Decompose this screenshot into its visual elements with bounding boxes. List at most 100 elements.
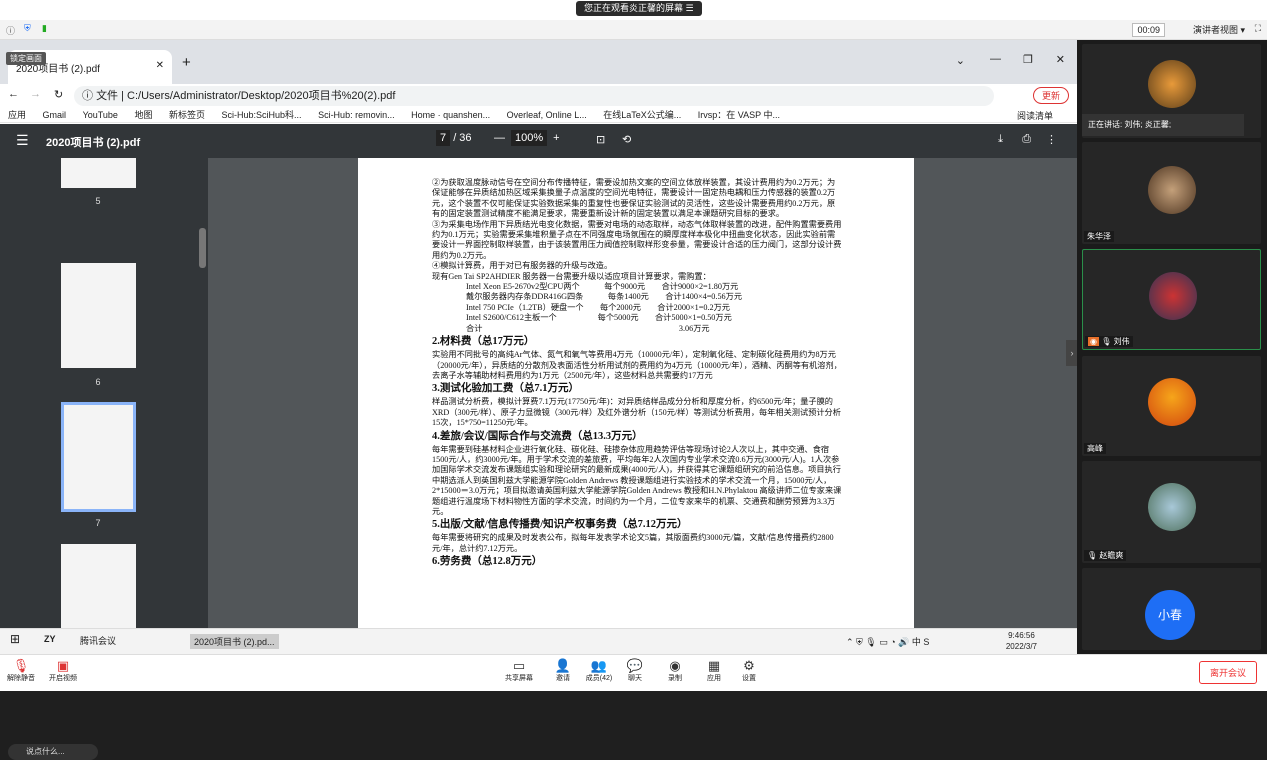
start-video-button[interactable]: ▣ 开启视频: [46, 659, 80, 683]
paragraph: 实验用不同批号的高纯Ar气体、氮气和氧气等费用4万元（10000元/年），定制氧…: [432, 350, 842, 380]
meeting-status-bar: ⓘ ⛨ ▮ 00:09 演讲者视图 ▾ ⛶: [0, 20, 1267, 40]
participant-name: 朱华泽: [1084, 231, 1114, 242]
close-tab-icon[interactable]: ✕: [156, 60, 164, 71]
avatar: [1148, 166, 1196, 214]
more-icon[interactable]: ⋮: [1046, 133, 1057, 146]
tab-bar: 2020项目书 (2).pdf ✕ 锁定画面 + ⌄ — ❐ ✕: [0, 40, 1077, 84]
bookmark-github[interactable]: Home · quanshen...: [411, 110, 490, 120]
avatar: [1148, 483, 1196, 531]
pdf-viewer: 5 6 7 8 ②为获取温度脉动信号在空间分布传播特征，需要设加热文案的空间立体…: [0, 158, 1077, 760]
zoom-input[interactable]: 100%: [511, 130, 548, 146]
participant-tile-active[interactable]: ◉ 🎙 刘伟: [1082, 249, 1261, 350]
participant-tile[interactable]: 高峰: [1082, 356, 1261, 456]
address-bar[interactable]: ⓘ 文件 | C:/Users/Administrator/Desktop/20…: [74, 86, 994, 106]
menu-icon[interactable]: ☰: [16, 132, 29, 149]
taskbar-tencent-meeting[interactable]: 腾讯会议: [80, 634, 116, 647]
info-icon[interactable]: ⓘ: [6, 24, 15, 37]
bookmark-gmail[interactable]: Gmail: [43, 110, 67, 120]
participant-name: 🎙 赵瞻爽: [1084, 550, 1127, 561]
reload-icon[interactable]: ↻: [54, 88, 63, 101]
page-input[interactable]: 7: [436, 130, 451, 146]
participant-tile[interactable]: 朱华泽: [1082, 142, 1261, 244]
restore-icon[interactable]: ❐: [1023, 53, 1033, 66]
windows-start-icon[interactable]: ⊞: [10, 632, 20, 646]
fit-page-icon[interactable]: ⊡: [596, 133, 605, 146]
settings-button[interactable]: ⚙ 设置: [732, 659, 766, 683]
thumbnail-label: 5: [95, 196, 101, 206]
paragraph: 每年需要到硅基材料企业进行氧化硅、碳化硅、硅掺杂体应用趋势评估等现场讨论2人次以…: [432, 444, 842, 516]
browser-window: 2020项目书 (2).pdf ✕ 锁定画面 + ⌄ — ❐ ✕ ← → ↻ ⓘ …: [0, 40, 1077, 760]
download-icon[interactable]: ⤓: [998, 133, 1003, 146]
paragraph: ④模拟计算费，用于对已有服务器的升级与改造。: [432, 261, 613, 271]
paragraph: 每年需要将研究的成果及时发表公布，拟每年发表学术论文5篇，其版面费约3000元/…: [432, 533, 834, 553]
thumbnail-label: 7: [95, 518, 101, 528]
zoom-out-icon[interactable]: —: [494, 132, 505, 144]
minimize-icon[interactable]: —: [990, 53, 1001, 65]
shield-icon[interactable]: ⛨: [24, 23, 31, 34]
leave-meeting-button[interactable]: 离开会议: [1198, 661, 1257, 684]
share-screen-button[interactable]: ▭ 共享屏幕: [502, 659, 536, 683]
chat-input-bubble[interactable]: 说点什么...: [8, 744, 98, 760]
section-heading: 5.出版/文献/信息传播费/知识产权事务费（总7.12万元）: [432, 519, 688, 531]
thumbnail-page[interactable]: [61, 158, 136, 188]
pdf-title: 2020项目书 (2).pdf: [46, 137, 141, 149]
paragraph: ②为获取温度脉动信号在空间分布传播特征，需要设加热文案的空间立体放样装置，其设计…: [432, 178, 836, 219]
apps-button[interactable]: ▦ 应用: [697, 659, 731, 683]
bookmark-maps[interactable]: 地图: [134, 108, 152, 121]
clock[interactable]: 9:46:56 2022/3/7: [1006, 630, 1037, 652]
invite-button[interactable]: 👤 邀请: [546, 659, 580, 683]
fullscreen-icon[interactable]: ⛶: [1255, 23, 1261, 34]
menu-icon[interactable]: ☰: [686, 3, 694, 13]
update-button[interactable]: 更新: [1032, 87, 1069, 104]
info-icon: ⓘ: [82, 90, 97, 102]
bookmark-apps[interactable]: 应用: [8, 108, 26, 121]
bookmark-youtube[interactable]: YouTube: [83, 110, 118, 120]
participant-tile[interactable]: 🎙 赵瞻爽: [1082, 461, 1261, 563]
bookmark-newtab[interactable]: 新标签页: [169, 108, 205, 121]
chevron-down-icon[interactable]: ⌄: [956, 54, 965, 67]
view-mode-dropdown[interactable]: 演讲者视图 ▾: [1193, 23, 1245, 36]
server-item: 合计 3.06万元: [466, 323, 710, 333]
avatar: [1148, 378, 1196, 426]
unmute-button[interactable]: 🎙 解除静音: [4, 659, 38, 683]
rotate-icon[interactable]: ⟲: [622, 133, 631, 146]
zoom-in-icon[interactable]: +: [553, 132, 559, 144]
thumbnail-page-selected[interactable]: [61, 402, 136, 512]
lock-screen-badge[interactable]: 锁定画面: [6, 52, 46, 65]
windows-taskbar: ⊞ ZY 腾讯会议 2020项目书 (2).pd... ⌃ ⛨ 🎙 ▭ ◔ 🔊 …: [0, 628, 1077, 654]
thumbnail-panel: 5 6 7 8: [0, 158, 208, 628]
bookmark-irvsp[interactable]: Irvsp：在 VASP 中...: [698, 108, 780, 121]
back-icon[interactable]: ←: [8, 88, 19, 100]
mic-icon: 🎙: [1101, 337, 1112, 346]
reading-list[interactable]: 阅读清单: [1017, 109, 1053, 122]
thumbnail-scrollbar[interactable]: [199, 228, 206, 268]
zoom-controls: — 100% +: [494, 130, 560, 146]
section-heading: 4.差旅/会议/国际合作与交流费（总13.3万元）: [432, 430, 643, 442]
signal-icon[interactable]: ▮: [42, 23, 47, 34]
thumbnail-page[interactable]: [61, 544, 136, 628]
participant-avatar-initial[interactable]: 小春: [1145, 590, 1195, 640]
bookmark-scihub2[interactable]: Sci-Hub: removin...: [318, 110, 395, 120]
print-icon[interactable]: ⎙: [1022, 133, 1031, 146]
server-item: Intel Xeon E5-2670v2型CPU两个 每个9000元 合计900…: [466, 282, 739, 292]
close-window-icon[interactable]: ✕: [1056, 53, 1065, 66]
meeting-top-strip: 您正在观看炎正馨的屏幕 ☰: [0, 0, 1267, 20]
paragraph: 样品测试分析费，模拟计算费7.1万元(17750元/年)：对异质结样品成分分析和…: [432, 397, 841, 428]
chat-button[interactable]: 💬 聊天: [618, 659, 652, 683]
server-item: Intel 750 PCIe（1.2TB）硬盘一个 每个2000元 合计2000…: [466, 302, 730, 312]
record-button[interactable]: ◉ 录制: [658, 659, 692, 683]
taskbar-chrome-pdf[interactable]: 2020项目书 (2).pd...: [190, 634, 279, 649]
bookmark-latex[interactable]: 在线LaTeX公式编...: [603, 108, 681, 121]
bookmark-overleaf[interactable]: Overleaf, Online L...: [507, 110, 587, 120]
sharing-banner[interactable]: 您正在观看炎正馨的屏幕 ☰: [576, 1, 702, 16]
new-tab-icon[interactable]: +: [182, 54, 191, 71]
thumbnail-page[interactable]: [61, 263, 136, 368]
forward-icon[interactable]: →: [30, 88, 41, 100]
mic-off-icon: 🎙: [1087, 551, 1098, 560]
taskbar-zy[interactable]: ZY: [44, 634, 56, 644]
address-row: ← → ↻ ⓘ 文件 | C:/Users/Administrator/Desk…: [0, 84, 1077, 108]
members-button[interactable]: 👥 成员(42): [582, 659, 616, 683]
host-icon: ◉: [1088, 337, 1099, 346]
speaking-caption: 正在讲话: 刘伟; 炎正馨;: [1082, 114, 1244, 136]
bookmark-scihub1[interactable]: Sci-Hub:SciHub科...: [222, 108, 302, 121]
